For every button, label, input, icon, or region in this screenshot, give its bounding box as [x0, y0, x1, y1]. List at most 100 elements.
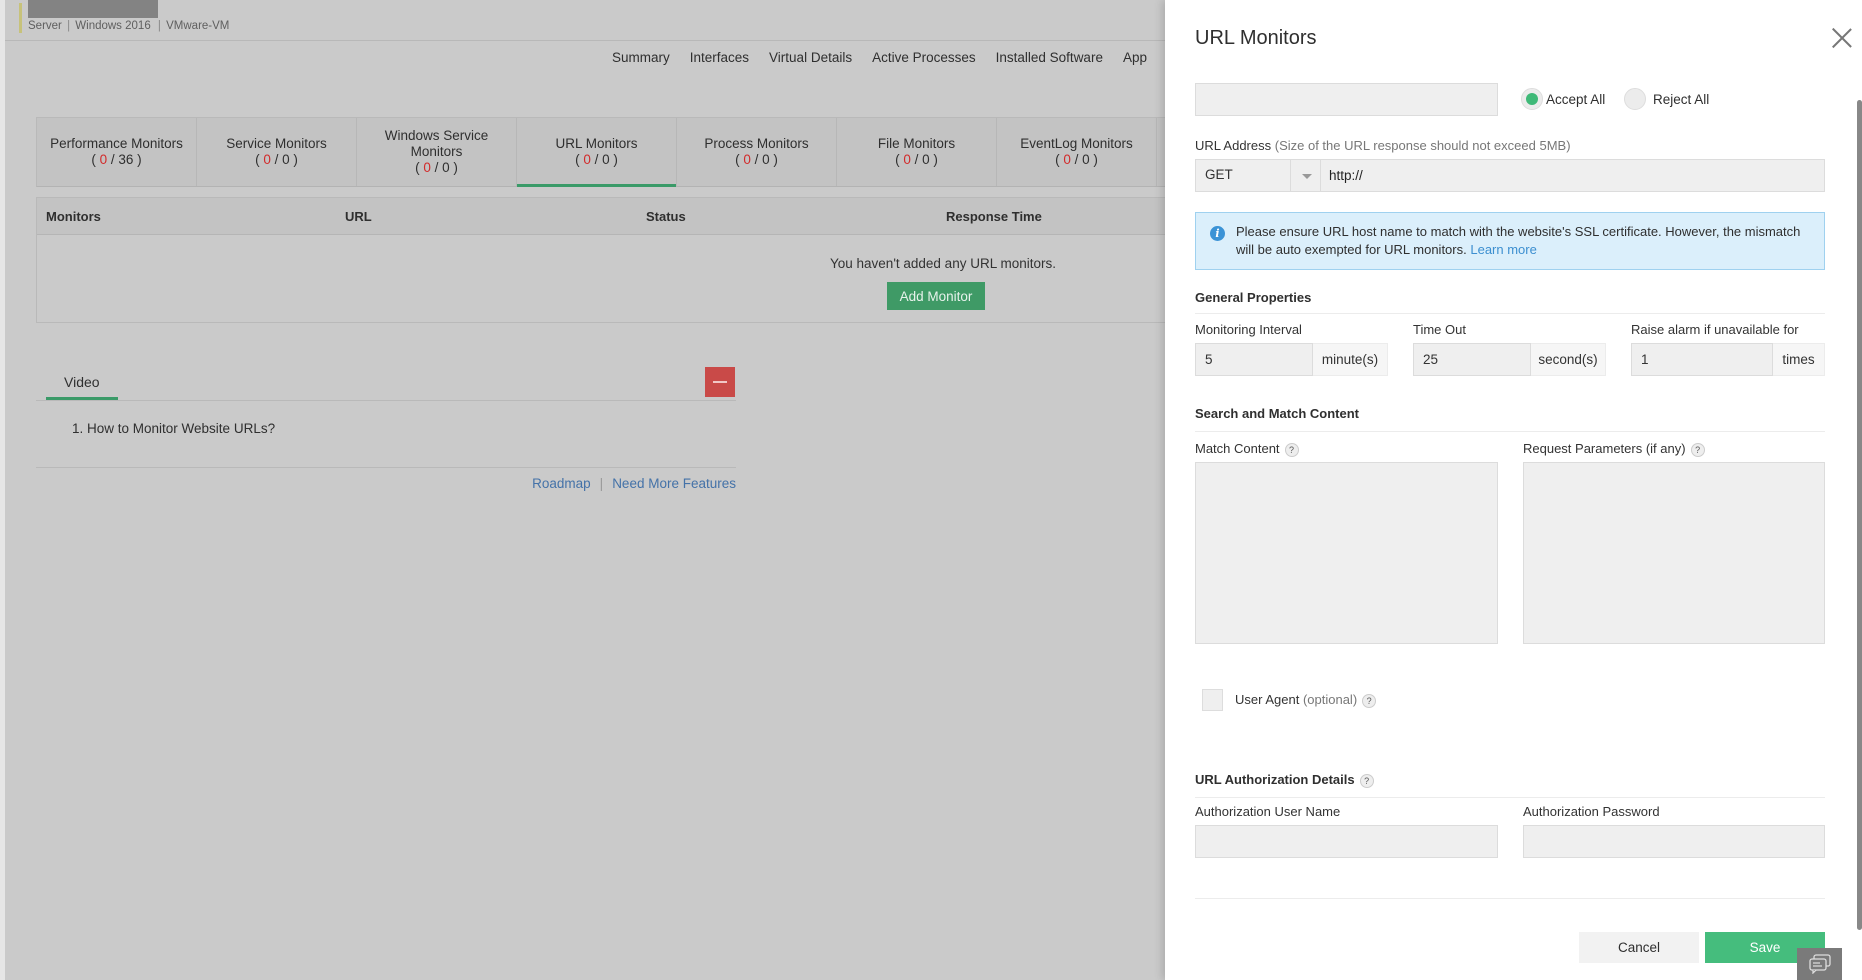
chat-icon [1809, 954, 1831, 974]
alarm-input[interactable] [1631, 343, 1773, 376]
help-icon[interactable]: ? [1359, 773, 1374, 788]
col-url[interactable]: URL [345, 209, 372, 224]
learn-more-link[interactable]: Learn more [1470, 242, 1536, 257]
nav-installed-software[interactable]: Installed Software [996, 50, 1103, 65]
col-status[interactable]: Status [646, 209, 686, 224]
tab-count: ( 0 / 0 ) [575, 152, 618, 167]
video-link[interactable]: 1. How to Monitor Website URLs? [72, 421, 275, 436]
monitor-name-input[interactable] [1195, 83, 1498, 116]
match-content-textarea[interactable] [1195, 462, 1498, 644]
tab-label: Service Monitors [226, 136, 327, 151]
server-subtitle: Server | Windows 2016 | VMware-VM [28, 20, 230, 32]
radio-reject-all[interactable]: Reject All [1624, 88, 1709, 110]
ssl-info-banner: i Please ensure URL host name to match w… [1195, 212, 1825, 270]
interval-input[interactable] [1195, 343, 1313, 376]
http-method-select[interactable]: GET [1196, 160, 1291, 191]
radio-label: Reject All [1653, 91, 1710, 107]
alarm-unit: times [1773, 343, 1825, 376]
radio-accept-all[interactable]: Accept All [1521, 88, 1605, 110]
timeout-label: Time Out [1413, 322, 1466, 337]
table-header: Monitors URL Status Response Time [37, 198, 1175, 235]
radio-unselected-icon [1624, 88, 1646, 110]
auth-details-heading: URL Authorization Details? [1195, 772, 1374, 788]
url-address-label: URL Address (Size of the URL response sh… [1195, 138, 1571, 153]
help-icon[interactable]: ? [1690, 442, 1705, 457]
tab-performance-monitors[interactable]: Performance Monitors ( 0 / 36 ) [37, 118, 197, 186]
server-type: Server [28, 20, 62, 32]
divider [1195, 898, 1825, 899]
tab-count: ( 0 / 0 ) [895, 152, 938, 167]
tab-service-monitors[interactable]: Service Monitors ( 0 / 0 ) [197, 118, 357, 186]
url-address-field: GET [1195, 159, 1825, 192]
timeout-input[interactable] [1413, 343, 1531, 376]
request-params-label: Request Parameters (if any)? [1523, 441, 1705, 457]
tab-label: Windows Service Monitors [384, 128, 489, 159]
tab-count: ( 0 / 0 ) [415, 160, 458, 175]
nav-applications[interactable]: App [1123, 50, 1147, 65]
col-response-time[interactable]: Response Time [946, 209, 1042, 224]
monitor-tabs: Performance Monitors ( 0 / 36 ) Service … [36, 117, 1176, 187]
tab-windows-service-monitors[interactable]: Windows Service Monitors ( 0 / 0 ) [357, 118, 517, 186]
minimize-button[interactable] [705, 367, 735, 397]
radio-selected-icon [1521, 88, 1543, 110]
general-properties-heading: General Properties [1195, 290, 1312, 305]
divider [36, 400, 736, 401]
nav-summary[interactable]: Summary [612, 50, 670, 65]
tab-count: ( 0 / 0 ) [255, 152, 298, 167]
server-name-redacted [28, 0, 158, 18]
tab-url-monitors[interactable]: URL Monitors ( 0 / 0 ) [517, 118, 677, 187]
divider [1195, 431, 1825, 432]
alarm-field: times [1631, 343, 1825, 376]
url-monitors-table: Monitors URL Status Response Time You ha… [36, 197, 1176, 323]
tab-file-monitors[interactable]: File Monitors ( 0 / 0 ) [837, 118, 997, 186]
col-monitors[interactable]: Monitors [46, 209, 101, 224]
roadmap-link[interactable]: Roadmap [532, 476, 591, 491]
request-params-textarea[interactable] [1523, 462, 1825, 644]
help-icon[interactable]: ? [1284, 442, 1299, 457]
alarm-label: Raise alarm if unavailable for [1631, 322, 1799, 337]
link-separator: | [599, 476, 604, 491]
match-content-label: Match Content? [1195, 441, 1299, 457]
help-icon[interactable]: ? [1362, 693, 1377, 708]
info-icon: i [1210, 226, 1225, 241]
nav-virtual-details[interactable]: Virtual Details [769, 50, 852, 65]
close-icon[interactable] [1831, 27, 1853, 49]
tab-video[interactable]: Video [46, 364, 118, 400]
info-text: Please ensure URL host name to match wit… [1236, 224, 1801, 257]
status-accent-bar [19, 3, 22, 33]
add-monitor-button[interactable]: Add Monitor [887, 282, 985, 310]
panel-title: URL Monitors [1195, 27, 1317, 49]
window-edge [0, 0, 5, 980]
tab-eventlog-monitors[interactable]: EventLog Monitors ( 0 / 0 ) [997, 118, 1157, 186]
tab-label: Process Monitors [704, 136, 809, 151]
divider [1195, 313, 1825, 314]
auth-password-input[interactable] [1523, 825, 1825, 858]
panel-scrollbar[interactable] [1857, 100, 1862, 930]
auth-username-input[interactable] [1195, 825, 1498, 858]
interval-unit: minute(s) [1313, 343, 1388, 376]
nav-interfaces[interactable]: Interfaces [690, 50, 749, 65]
url-input[interactable] [1321, 160, 1824, 191]
timeout-field: second(s) [1413, 343, 1606, 376]
nav-active-processes[interactable]: Active Processes [872, 50, 976, 65]
user-agent-checkbox[interactable] [1202, 689, 1223, 711]
divider [36, 467, 736, 468]
tab-label: EventLog Monitors [1020, 136, 1133, 151]
server-os: Windows 2016 [75, 20, 151, 32]
tab-count: ( 0 / 0 ) [735, 152, 778, 167]
tab-count: ( 0 / 0 ) [1055, 152, 1098, 167]
chat-button[interactable] [1797, 948, 1842, 980]
interval-label: Monitoring Interval [1195, 322, 1302, 337]
tab-label: Performance Monitors [50, 136, 183, 151]
tab-process-monitors[interactable]: Process Monitors ( 0 / 0 ) [677, 118, 837, 186]
chevron-down-icon[interactable] [1291, 160, 1321, 191]
tab-label: File Monitors [877, 136, 956, 151]
cancel-button[interactable]: Cancel [1579, 932, 1699, 963]
footer-links: Roadmap | Need More Features [532, 476, 736, 491]
search-match-heading: Search and Match Content [1195, 406, 1359, 421]
auth-password-label: Authorization Password [1523, 804, 1660, 819]
interval-field: minute(s) [1195, 343, 1388, 376]
url-monitor-panel: URL Monitors Accept All Reject All URL A… [1165, 0, 1862, 980]
need-more-features-link[interactable]: Need More Features [612, 476, 736, 491]
tab-label: URL Monitors [555, 136, 638, 151]
